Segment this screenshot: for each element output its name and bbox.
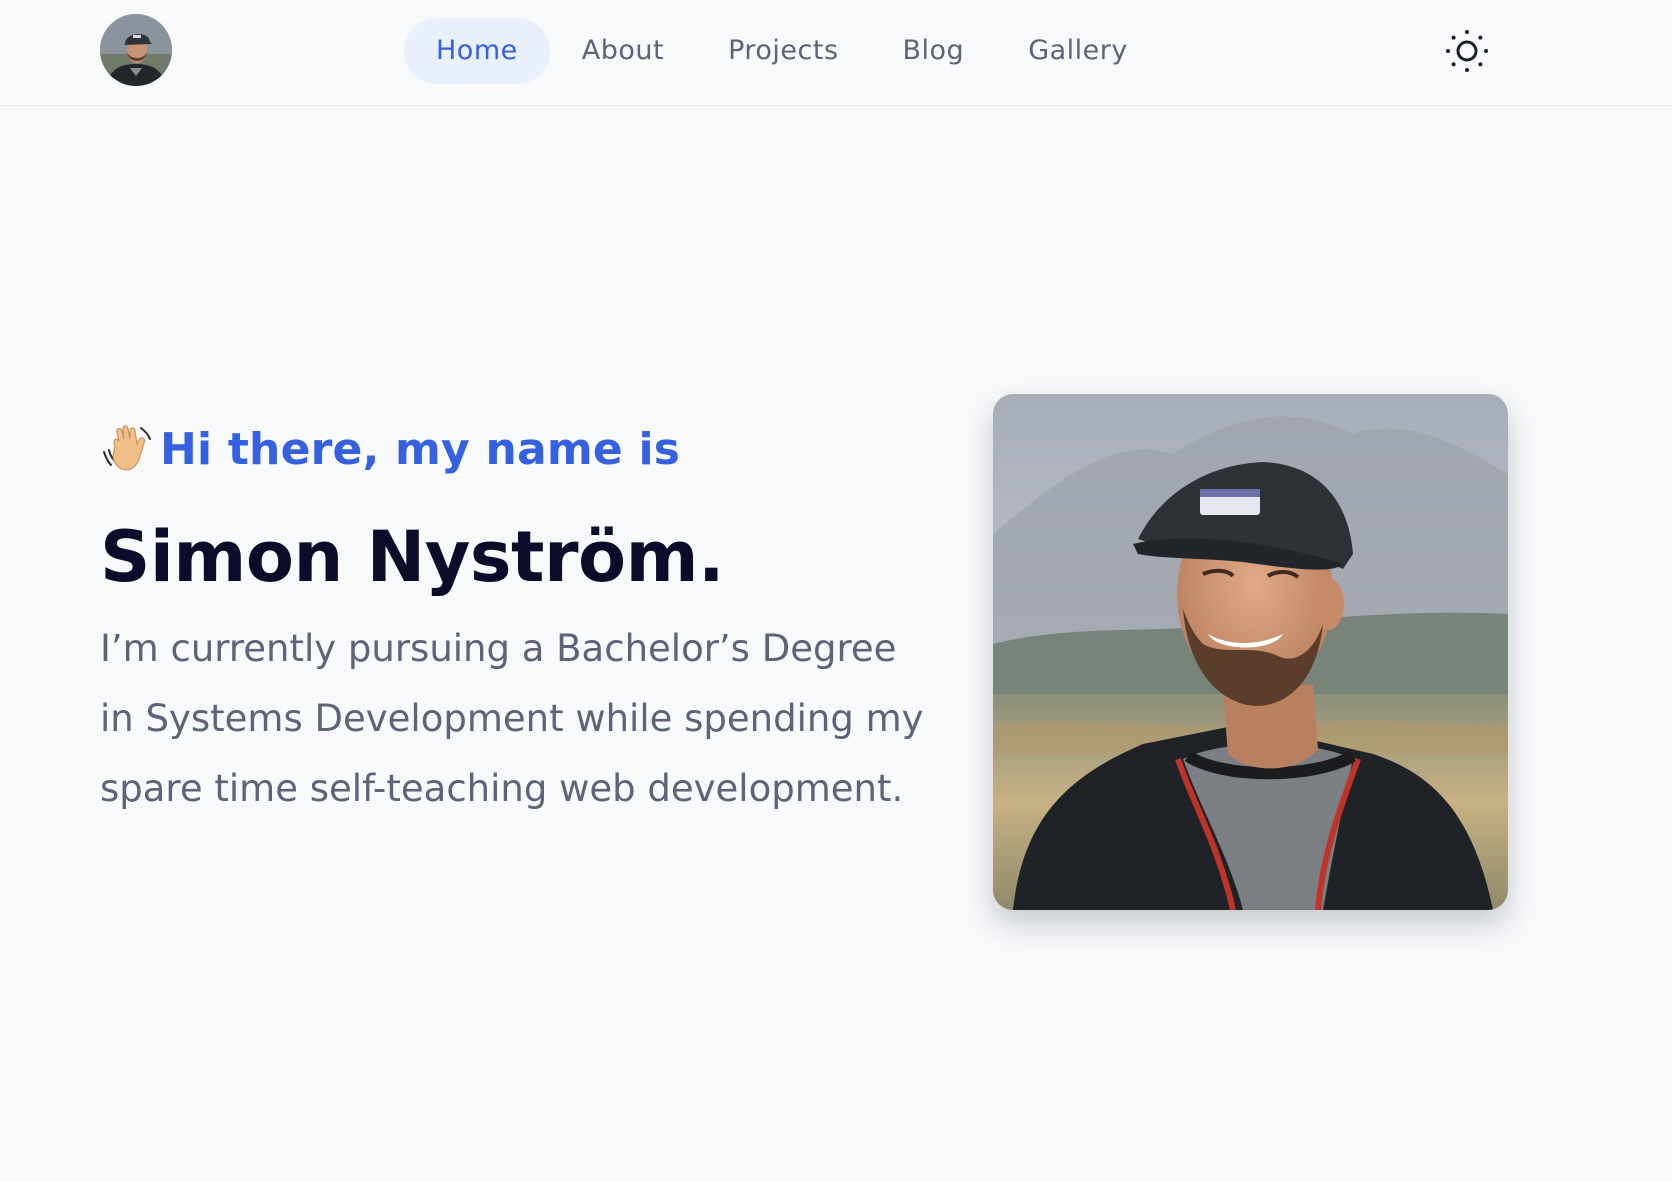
nav-item-blog[interactable]: Blog xyxy=(871,18,997,84)
page-title: Simon Nyström. xyxy=(100,516,725,598)
waving-hand-icon xyxy=(103,425,151,471)
bio-text: I’m currently pursuing a Bachelor’s Degr… xyxy=(100,627,924,810)
avatar-image xyxy=(100,14,172,86)
sun-icon xyxy=(1446,30,1488,72)
main-nav: Home About Projects Blog Gallery xyxy=(404,18,1160,84)
profile-photo xyxy=(993,394,1508,910)
greeting-text: Hi there, my name is xyxy=(160,423,681,475)
hero-intro: Hi there, my name is Simon Nyström. I’m … xyxy=(100,414,930,824)
profile-photo-image xyxy=(993,394,1508,910)
avatar[interactable] xyxy=(100,14,172,86)
greeting: Hi there, my name is xyxy=(100,414,930,484)
nav-item-projects[interactable]: Projects xyxy=(696,18,870,84)
nav-item-home[interactable]: Home xyxy=(404,18,550,84)
navbar: Home About Projects Blog Gallery xyxy=(0,0,1672,106)
nav-item-about[interactable]: About xyxy=(550,18,696,84)
nav-item-gallery[interactable]: Gallery xyxy=(996,18,1160,84)
theme-toggle-button[interactable] xyxy=(1440,24,1494,78)
